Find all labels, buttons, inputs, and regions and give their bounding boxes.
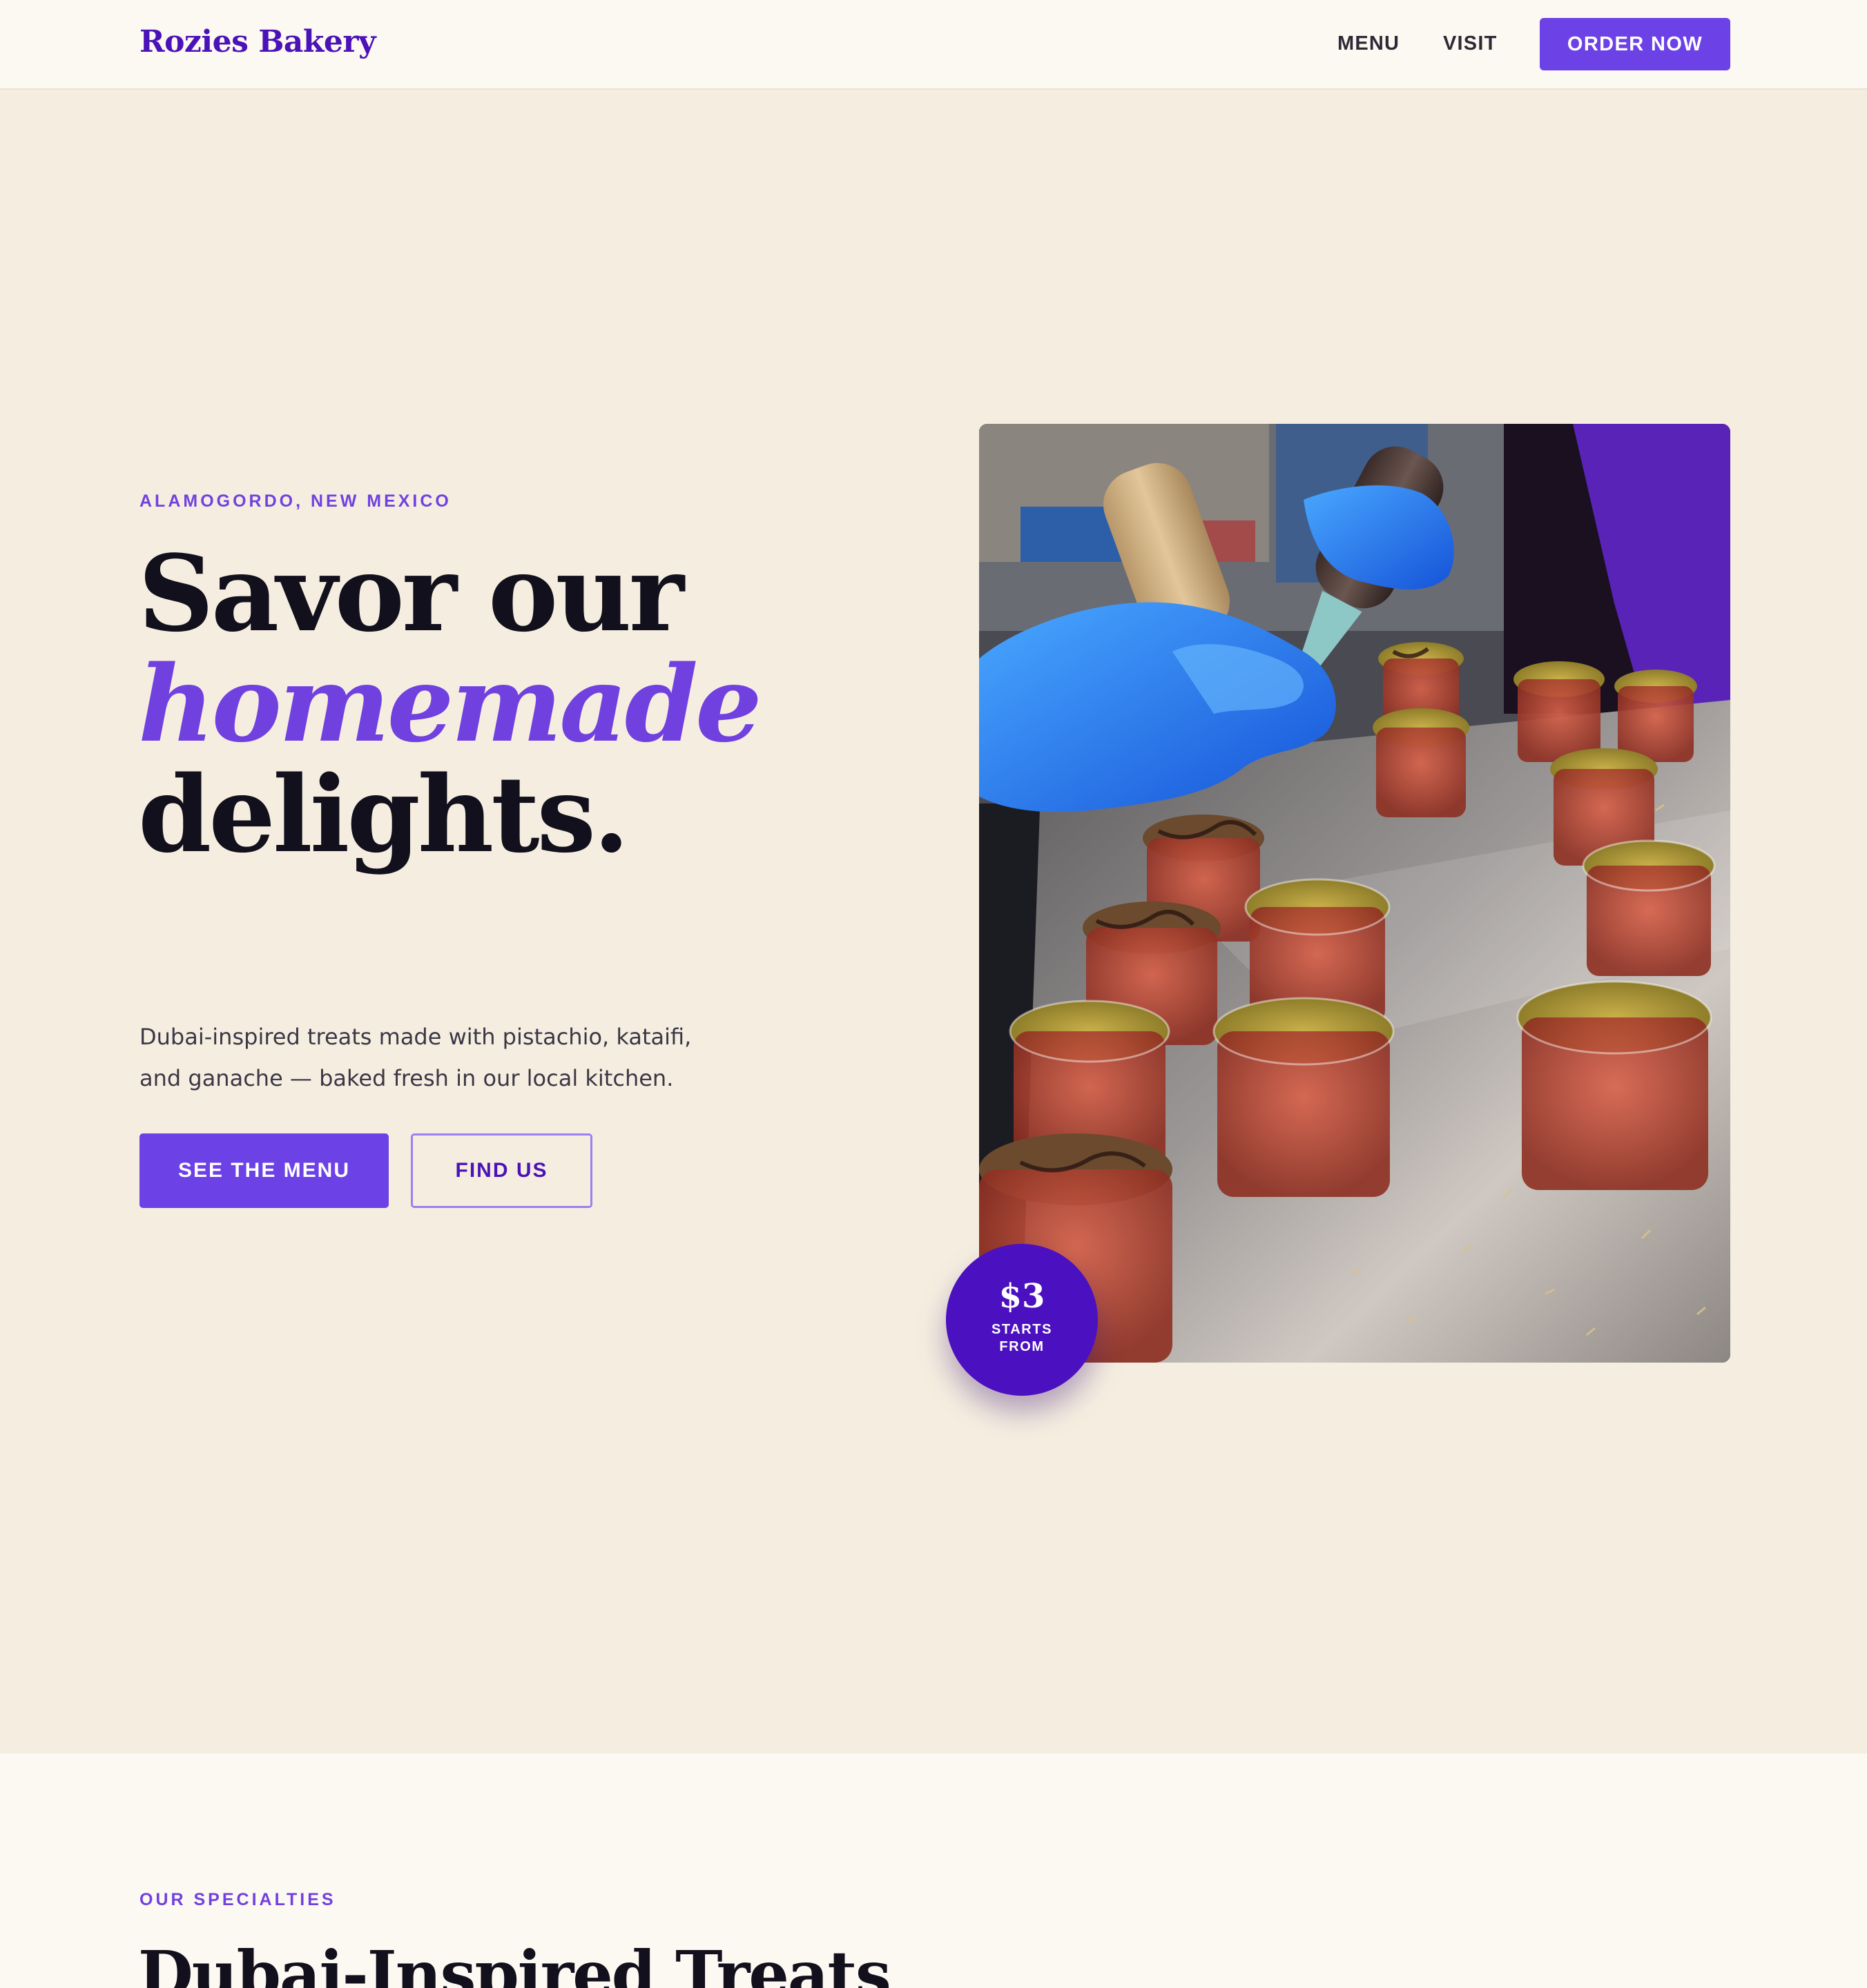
specialties-title: Dubai-Inspired Treats (138, 1937, 891, 1988)
hero-description: Dubai-inspired treats made with pistachi… (139, 1024, 692, 1091)
specialties-section: OUR SPECIALTIES Dubai-Inspired Treats (0, 1753, 1867, 1988)
hero-headline-line-3: delights. (138, 752, 630, 876)
find-us-button[interactable]: FIND US (411, 1133, 592, 1208)
hero-section: ALAMOGORDO, NEW MEXICO Savor our homemad… (0, 90, 1867, 1753)
price-caption: STARTS FROM (991, 1322, 1053, 1354)
nav-link-visit[interactable]: VISIT (1443, 28, 1498, 59)
see-the-menu-button[interactable]: SEE THE MENU (139, 1133, 389, 1208)
hero-headline-line-1: Savor our (138, 532, 684, 655)
top-navigation: Rozies Bakery MENU VISIT ORDER NOW (0, 0, 1867, 90)
hero-dessert-photo (979, 424, 1730, 1363)
hero-headline-line-2: homemade (138, 642, 762, 766)
specialties-eyebrow: OUR SPECIALTIES (139, 1890, 336, 1909)
hero-location-eyebrow: ALAMOGORDO, NEW MEXICO (139, 491, 452, 511)
brand-logo[interactable]: Rozies Bakery (139, 19, 376, 65)
order-now-button[interactable]: ORDER NOW (1540, 18, 1730, 70)
price-badge: $3 STARTS FROM (946, 1244, 1098, 1396)
nav-link-menu[interactable]: MENU (1337, 28, 1400, 59)
price-value: $3 (998, 1277, 1045, 1316)
